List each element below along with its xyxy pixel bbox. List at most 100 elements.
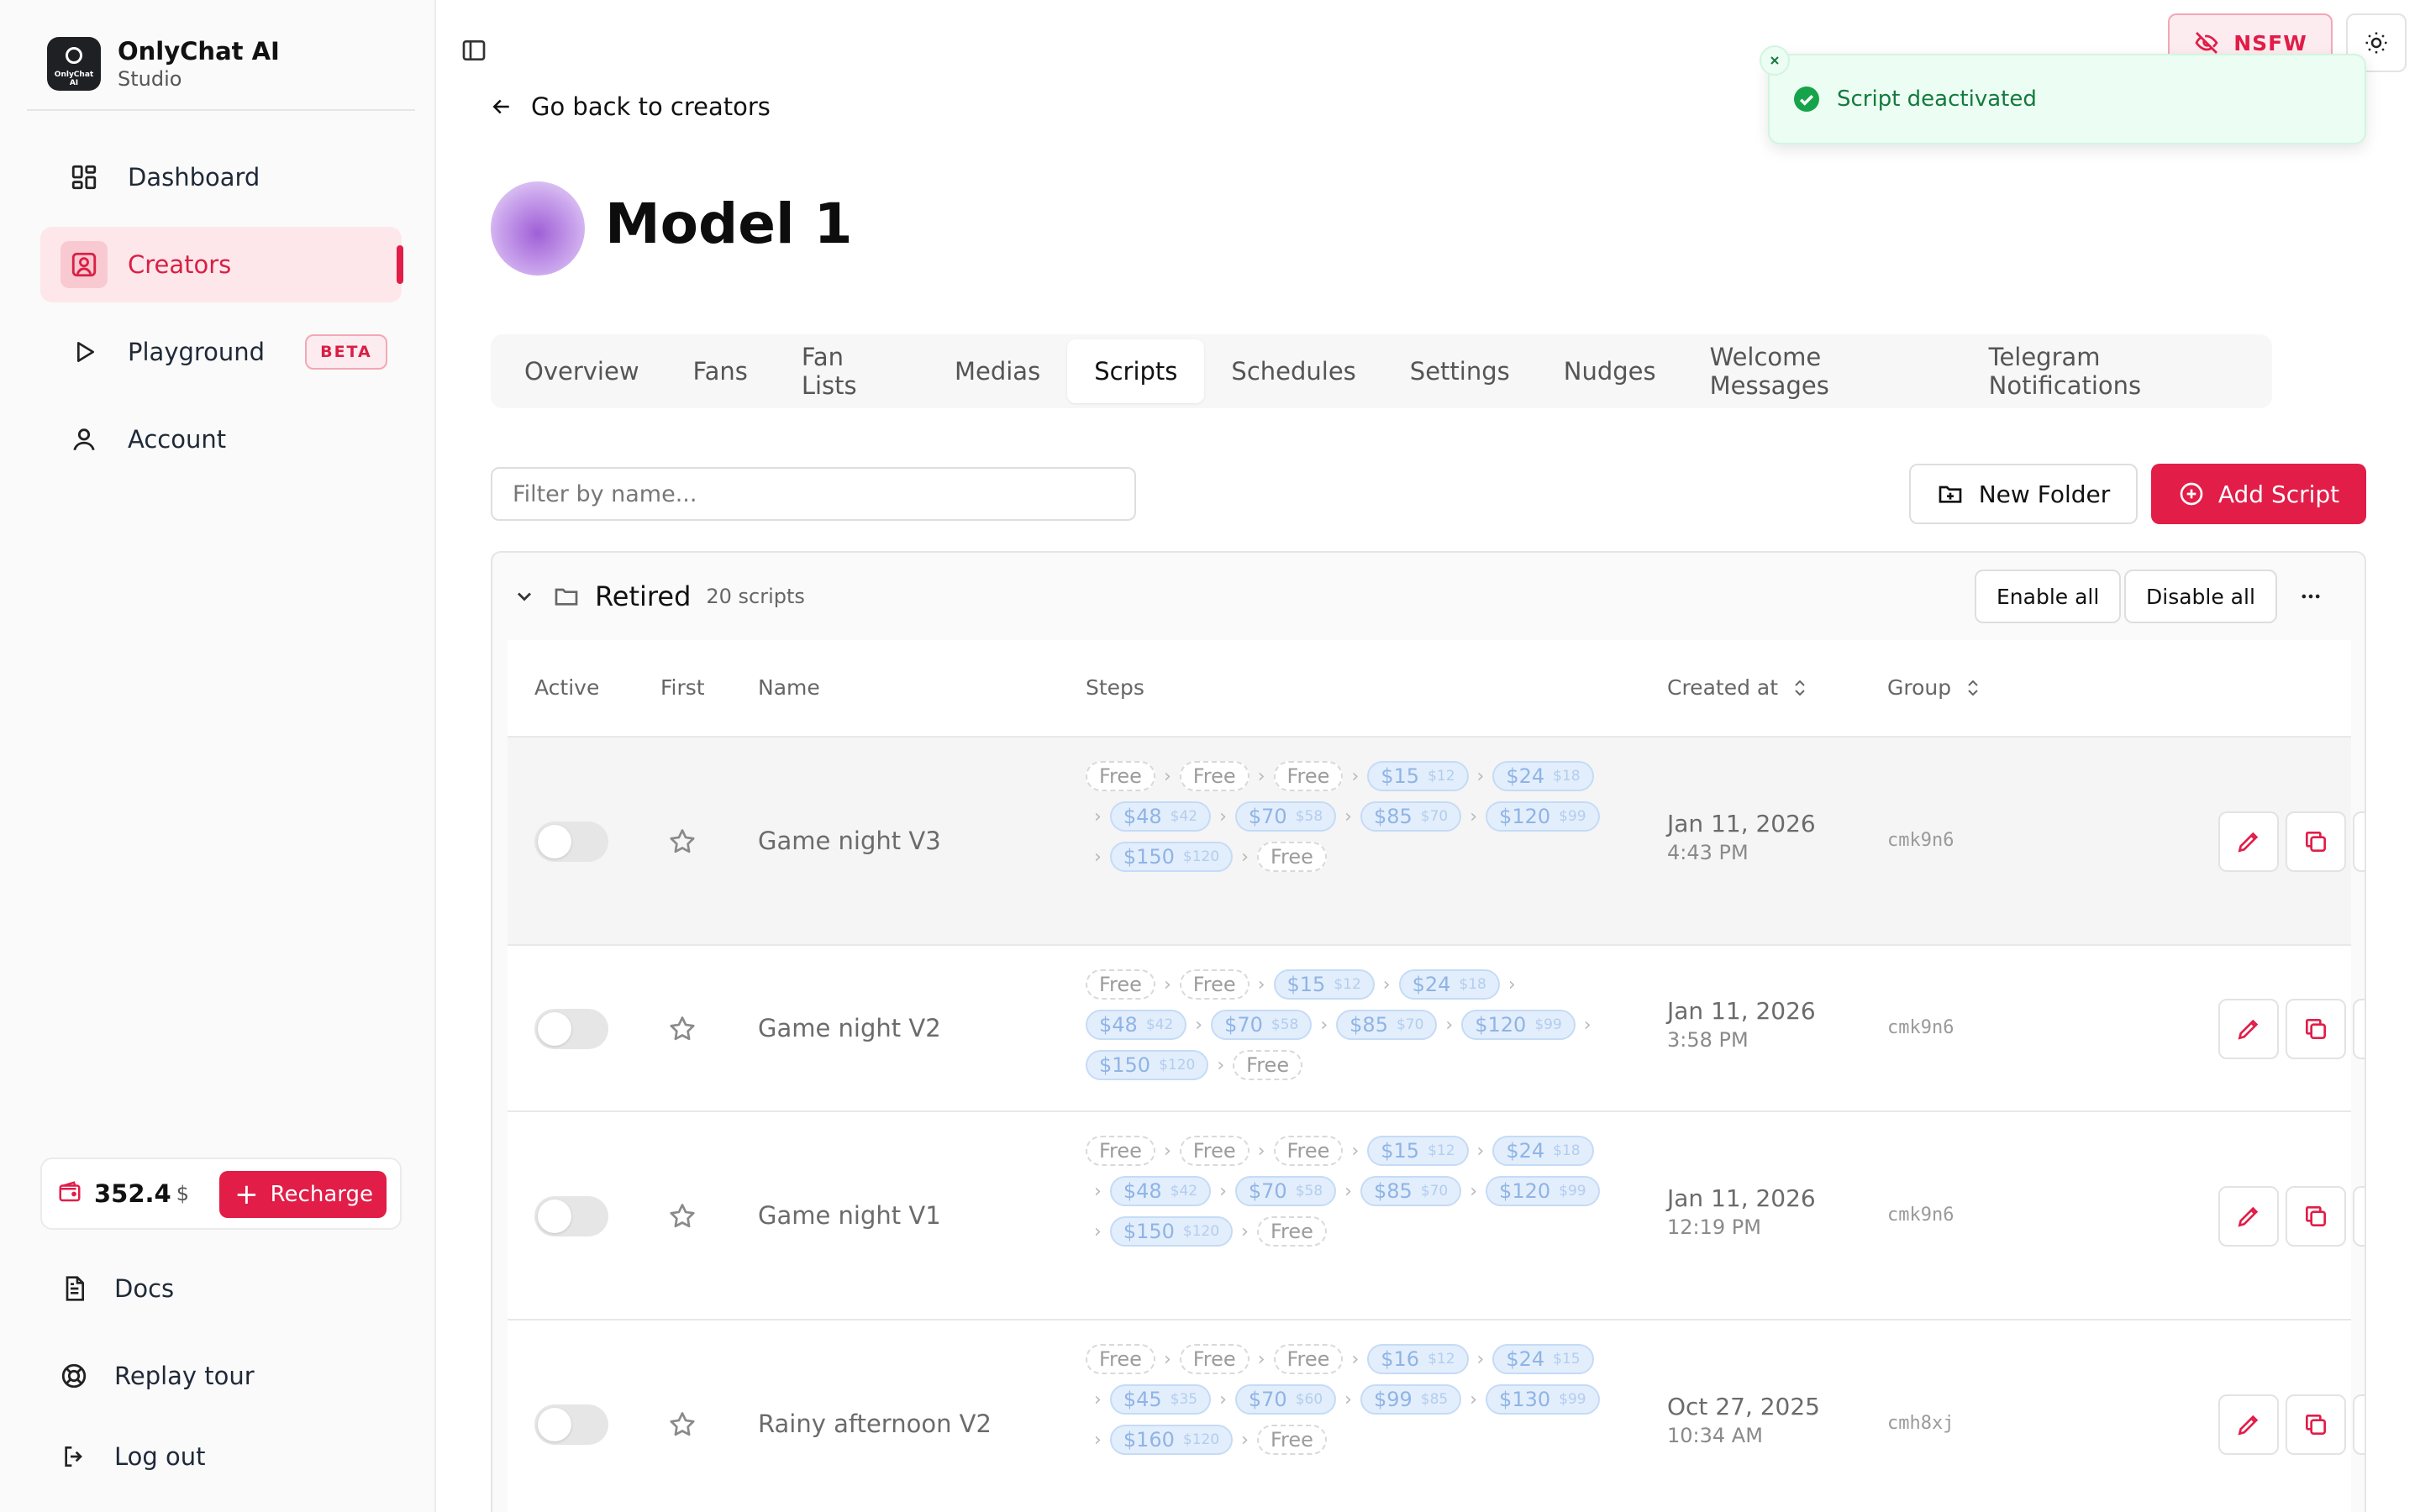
col-group[interactable]: Group [1887, 675, 1983, 700]
tab-fans[interactable]: Fans [666, 339, 775, 403]
edit-icon[interactable] [2218, 1394, 2279, 1455]
star-icon[interactable] [667, 1014, 697, 1044]
docs-link[interactable]: Docs [57, 1272, 174, 1305]
script-steps: Free › Free › Free › $16 $12 › $24 $15 › $45 $35 › $70 $… [1086, 1344, 1607, 1455]
chevron-right-icon: › [1094, 846, 1102, 868]
folder-header[interactable]: Retired 20 scripts Enable all Disable al… [492, 553, 2365, 640]
group-id: cmk9n6 [1887, 830, 1954, 851]
sidebar-item-creators[interactable]: Creators [40, 227, 403, 302]
step-chip: Free [1256, 1425, 1327, 1455]
sidebar-item-playground[interactable]: Playground BETA [40, 314, 402, 390]
tab-nudges[interactable]: Nudges [1537, 339, 1683, 403]
move-to-folder-icon[interactable] [2353, 1186, 2365, 1247]
logout-link[interactable]: Log out [57, 1440, 206, 1473]
chevron-right-icon: › [1344, 806, 1352, 827]
script-name: Game night V2 [758, 1014, 941, 1042]
table-row[interactable]: Game night V3 Free › Free › Free › $15 $12 › $24 $1… [508, 738, 2365, 946]
edit-icon[interactable] [2218, 1186, 2279, 1247]
duplicate-icon[interactable] [2286, 811, 2346, 872]
step-chip: $24 $18 [1398, 969, 1500, 1000]
step-chip: $24 $18 [1492, 1136, 1594, 1166]
duplicate-icon[interactable] [2286, 999, 2346, 1059]
sidebar-item-account[interactable]: Account [40, 402, 402, 477]
scripts-folder-panel: Retired 20 scripts Enable all Disable al… [491, 551, 2366, 1512]
sidebar-item-label: Account [128, 425, 227, 454]
creator-tabs: Overview Fans Fan Lists Medias Scripts S… [491, 334, 2272, 408]
active-toggle[interactable] [534, 822, 608, 862]
arrow-left-icon [492, 99, 509, 114]
tab-medias[interactable]: Medias [928, 339, 1067, 403]
toggle-sidebar-button[interactable] [457, 34, 491, 67]
chevron-right-icon: › [1344, 1389, 1352, 1410]
tab-fan-lists[interactable]: Fan Lists [775, 339, 928, 403]
tab-settings[interactable]: Settings [1383, 339, 1537, 403]
star-icon[interactable] [667, 1410, 697, 1440]
new-folder-button[interactable]: New Folder [1909, 464, 2138, 524]
chevron-right-icon: › [1241, 846, 1249, 868]
step-chip: Free [1273, 1136, 1344, 1166]
row-actions [2218, 811, 2365, 872]
move-to-folder-icon[interactable] [2353, 1394, 2365, 1455]
step-chip: $15 $12 [1273, 969, 1375, 1000]
replay-tour-link[interactable]: Replay tour [57, 1359, 255, 1393]
chevron-right-icon: › [1351, 1348, 1360, 1370]
chevron-right-icon: › [1470, 1180, 1478, 1202]
scripts-table: Active First Name Steps Created at Group… [508, 640, 2365, 1512]
chevron-right-icon: › [1217, 1054, 1225, 1076]
filter-input[interactable] [491, 467, 1136, 521]
chevron-right-icon: › [1351, 765, 1360, 787]
step-chip: $48 $42 [1109, 801, 1212, 832]
active-toggle[interactable] [534, 1196, 608, 1236]
group-id: cmk9n6 [1887, 1205, 1954, 1226]
plus-icon: + [234, 1178, 259, 1211]
brand[interactable]: OnlyChat AI OnlyChat AI Studio [47, 37, 280, 91]
page-title: Model 1 [605, 192, 853, 256]
tab-welcome-messages[interactable]: Welcome Messages [1683, 339, 1962, 403]
tab-overview[interactable]: Overview [497, 339, 666, 403]
chevron-down-icon[interactable] [513, 585, 536, 608]
edit-icon[interactable] [2218, 999, 2279, 1059]
plus-circle-icon [2180, 482, 2203, 506]
user-icon [64, 419, 104, 459]
edit-icon[interactable] [2218, 811, 2279, 872]
chevron-right-icon: › [1470, 806, 1478, 827]
chevron-right-icon: › [1094, 806, 1102, 827]
chevron-right-icon: › [1470, 1389, 1478, 1410]
row-actions [2218, 1394, 2365, 1455]
active-toggle[interactable] [534, 1009, 608, 1049]
col-created-at[interactable]: Created at [1667, 675, 1810, 700]
enable-all-button[interactable]: Enable all [1975, 570, 2122, 623]
col-active: Active [534, 675, 600, 700]
back-to-creators-link[interactable]: Go back to creators [489, 92, 771, 121]
brand-subtitle: Studio [118, 67, 182, 91]
toast-close-button[interactable] [1760, 45, 1790, 76]
chevron-right-icon: › [1351, 1140, 1360, 1162]
tab-scripts[interactable]: Scripts [1067, 339, 1205, 403]
table-row[interactable]: Game night V2 Free › Free › $15 $12 › $24 $18 › $48… [508, 946, 2365, 1112]
beta-badge: BETA [305, 334, 387, 370]
chevron-right-icon: › [1163, 765, 1171, 787]
recharge-button[interactable]: + Recharge [219, 1171, 387, 1218]
chevron-right-icon: › [1241, 1221, 1249, 1242]
step-chip: $85 $70 [1336, 1010, 1438, 1040]
active-toggle[interactable] [534, 1404, 608, 1445]
chevron-right-icon: › [1257, 765, 1265, 787]
sidebar-item-dashboard[interactable]: Dashboard [40, 139, 402, 215]
table-row[interactable]: Game night V1 Free › Free › Free › $15 $12 › $24 $1… [508, 1112, 2365, 1320]
move-to-folder-icon[interactable] [2353, 999, 2365, 1059]
disable-all-button[interactable]: Disable all [2124, 570, 2277, 623]
created-at: Oct 27, 2025 10:34 AM [1667, 1393, 1820, 1447]
star-icon[interactable] [667, 1201, 697, 1231]
duplicate-icon[interactable] [2286, 1394, 2346, 1455]
more-options-icon[interactable] [2291, 576, 2331, 617]
add-script-button[interactable]: Add Script [2151, 464, 2366, 524]
tab-telegram-notifications[interactable]: Telegram Notifications [1962, 339, 2272, 403]
tab-schedules[interactable]: Schedules [1204, 339, 1382, 403]
star-icon[interactable] [667, 827, 697, 857]
step-chip: Free [1179, 1344, 1249, 1374]
created-at: Jan 11, 2026 12:19 PM [1667, 1184, 1816, 1239]
duplicate-icon[interactable] [2286, 1186, 2346, 1247]
table-row[interactable]: Rainy afternoon V2 Free › Free › Free › $16 $12 ›… [508, 1320, 2365, 1512]
move-to-folder-icon[interactable] [2353, 811, 2365, 872]
chevron-right-icon: › [1094, 1389, 1102, 1410]
